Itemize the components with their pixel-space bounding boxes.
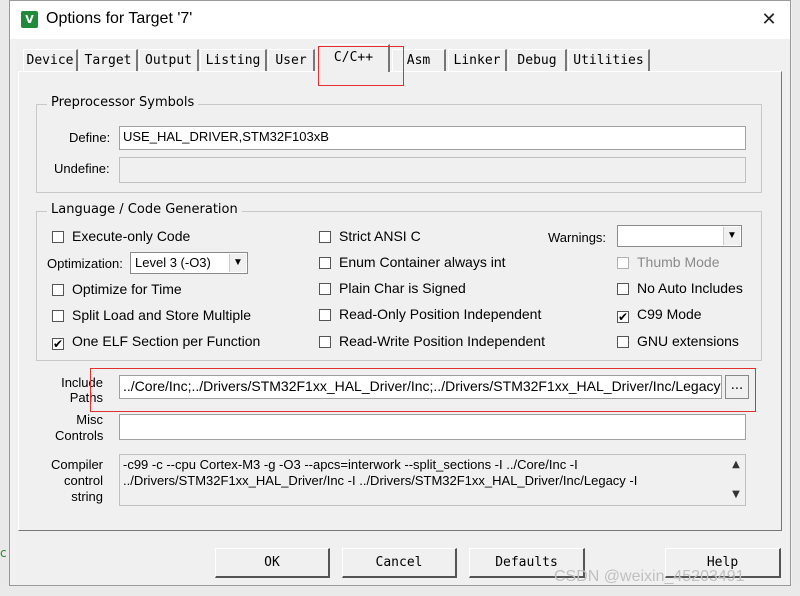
optimize-time-checkbox[interactable]: Optimize for Time <box>52 281 182 297</box>
misc-label-line1: Misc <box>76 412 103 427</box>
scroll-up-icon[interactable]: ▲ <box>727 457 745 473</box>
thumb-mode-checkbox[interactable]: Thumb Mode <box>617 254 719 270</box>
cancel-button[interactable]: Cancel <box>342 548 457 578</box>
checkbox-box <box>52 231 64 243</box>
one-elf-checkbox[interactable]: ✔ One ELF Section per Function <box>52 333 261 351</box>
background-window-edge <box>0 0 9 596</box>
c99-mode-checkbox[interactable]: ✔ C99 Mode <box>617 306 702 324</box>
chevron-down-icon: ▼ <box>229 254 246 272</box>
include-browse-button[interactable]: ... <box>725 375 749 399</box>
chevron-down-icon: ▼ <box>723 227 740 245</box>
include-paths-input[interactable]: ../Core/Inc;../Drivers/STM32F1xx_HAL_Dri… <box>119 375 722 399</box>
plain-char-checkbox[interactable]: Plain Char is Signed <box>319 280 466 296</box>
tab-device[interactable]: Device <box>23 49 78 71</box>
checkbox-box <box>319 336 331 348</box>
optimization-value: Level 3 (-O3) <box>135 255 211 270</box>
rw-position-checkbox[interactable]: Read-Write Position Independent <box>319 333 545 349</box>
optimize-time-label: Optimize for Time <box>72 281 182 297</box>
window-title: Options for Target '7' <box>46 10 193 27</box>
strict-ansi-checkbox[interactable]: Strict ANSI C <box>319 228 421 244</box>
no-auto-includes-checkbox[interactable]: No Auto Includes <box>617 280 743 296</box>
ro-position-checkbox[interactable]: Read-Only Position Independent <box>319 306 541 322</box>
strict-ansi-label: Strict ANSI C <box>339 228 421 244</box>
optimization-select[interactable]: Level 3 (-O3) ▼ <box>130 252 248 274</box>
misc-controls-label: Misc Controls <box>55 412 103 444</box>
include-label-line2: Paths <box>69 390 103 405</box>
misc-controls-input[interactable] <box>119 414 746 440</box>
execute-only-checkbox[interactable]: Execute-only Code <box>52 228 190 244</box>
execute-only-label: Execute-only Code <box>72 228 191 244</box>
include-label-line1: Include <box>61 375 103 390</box>
checkbox-box <box>617 257 629 269</box>
checkbox-box <box>617 336 629 348</box>
warnings-select[interactable]: ▼ <box>617 225 742 247</box>
c99-mode-label: C99 Mode <box>637 306 702 322</box>
define-label: Define: <box>69 130 111 145</box>
tab-linker[interactable]: Linker <box>448 49 507 71</box>
compiler-line-1: -c99 -c --cpu Cortex-M3 -g -O3 --apcs=in… <box>123 457 578 472</box>
include-paths-label: Include Paths <box>59 375 103 405</box>
tab-utilities[interactable]: Utilities <box>568 49 650 71</box>
misc-label-line2: Controls <box>55 428 104 443</box>
watermark-text: CSDN @weixin_45203491 <box>554 568 745 585</box>
gnu-extensions-label: GNU extensions <box>637 333 739 349</box>
compiler-label-line3: string <box>71 489 103 504</box>
plain-char-label: Plain Char is Signed <box>339 280 466 296</box>
split-load-label: Split Load and Store Multiple <box>72 307 251 323</box>
checkbox-box <box>52 284 64 296</box>
enum-container-checkbox[interactable]: Enum Container always int <box>319 254 506 270</box>
undefine-input[interactable] <box>119 157 746 183</box>
rw-position-label: Read-Write Position Independent <box>339 333 545 349</box>
checkbox-box <box>319 257 331 269</box>
ro-position-label: Read-Only Position Independent <box>339 306 542 322</box>
checkbox-box <box>52 310 64 322</box>
checkbox-box <box>319 309 331 321</box>
tab-user[interactable]: User <box>268 49 315 71</box>
keil-app-icon: V <box>21 11 38 28</box>
close-icon[interactable]: ✕ <box>758 9 780 31</box>
ok-button[interactable]: OK <box>215 548 330 578</box>
tab-debug[interactable]: Debug <box>508 49 567 71</box>
checkbox-box <box>319 231 331 243</box>
compiler-scrollbar[interactable]: ▲ ▼ <box>727 455 745 505</box>
undefine-label: Undefine: <box>54 161 110 176</box>
tab-asm[interactable]: Asm <box>392 49 446 71</box>
tab-output[interactable]: Output <box>139 49 199 71</box>
tab-target[interactable]: Target <box>79 49 138 71</box>
split-load-checkbox[interactable]: Split Load and Store Multiple <box>52 307 251 323</box>
checkbox-box <box>617 283 629 295</box>
thumb-mode-label: Thumb Mode <box>637 254 720 270</box>
define-input[interactable]: USE_HAL_DRIVER,STM32F103xB <box>119 126 746 150</box>
optimization-label: Optimization: <box>47 256 123 271</box>
compiler-label-line2: control <box>63 473 103 488</box>
checkbox-box <box>319 283 331 295</box>
warnings-label: Warnings: <box>548 230 607 245</box>
scroll-down-icon[interactable]: ▼ <box>727 487 745 503</box>
one-elf-label: One ELF Section per Function <box>72 333 261 349</box>
compiler-label-line1: Compiler <box>51 457 104 472</box>
tab-c-cpp[interactable]: C/C++ <box>318 44 390 72</box>
tab-listing[interactable]: Listing <box>200 49 267 71</box>
title-bar: V Options for Target '7' ✕ <box>10 1 790 39</box>
language-group-label: Language / Code Generation <box>47 202 242 217</box>
checkbox-checked-box: ✔ <box>52 337 64 351</box>
no-auto-includes-label: No Auto Includes <box>637 280 743 296</box>
compiler-control-label: Compiler control string <box>51 457 103 505</box>
checkbox-checked-box: ✔ <box>617 310 629 324</box>
enum-container-label: Enum Container always int <box>339 254 506 270</box>
compiler-line-2: ../Drivers/STM32F1xx_HAL_Driver/Inc -I .… <box>123 473 638 488</box>
compiler-control-string: -c99 -c --cpu Cortex-M3 -g -O3 --apcs=in… <box>119 454 746 506</box>
background-window-edge-right <box>792 0 800 596</box>
preprocessor-group-label: Preprocessor Symbols <box>47 95 199 110</box>
background-glyph: c <box>0 546 7 560</box>
gnu-extensions-checkbox[interactable]: GNU extensions <box>617 333 739 349</box>
